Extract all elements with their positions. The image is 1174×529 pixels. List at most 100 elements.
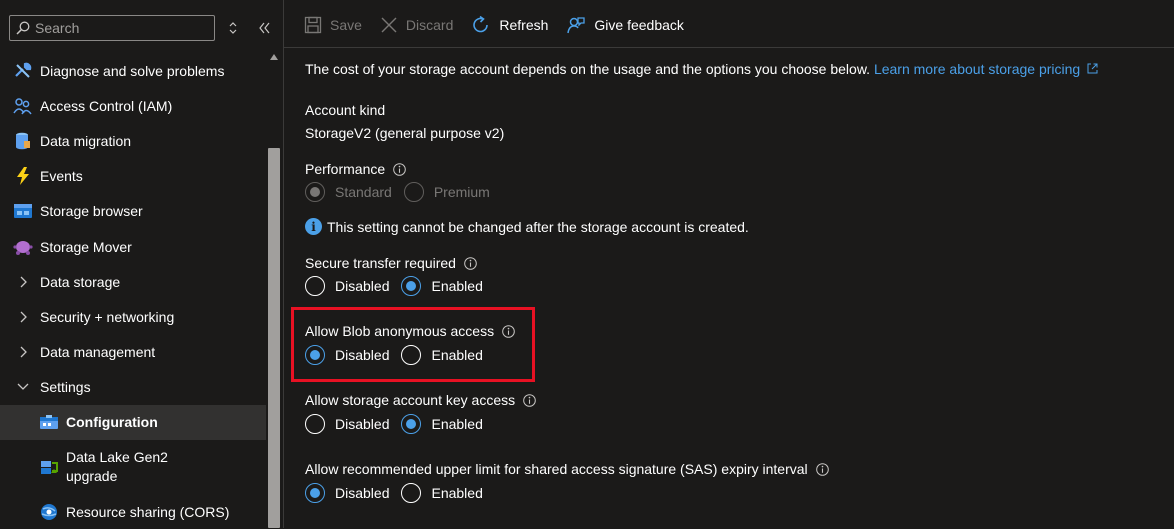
performance-premium-radio[interactable]: Premium	[403, 182, 490, 202]
sidebar-item-configuration[interactable]: Configuration	[0, 404, 266, 441]
highlight-annotation-box	[291, 307, 535, 382]
save-icon	[304, 16, 322, 34]
storage-mover-icon	[13, 237, 33, 257]
refresh-button[interactable]: Refresh	[471, 10, 548, 40]
discard-button[interactable]: Discard	[380, 10, 453, 40]
sidebar-item-storage-browser[interactable]: Storage browser	[0, 194, 266, 229]
sidebar-item-label: Data storage	[40, 273, 121, 290]
sidebar-item-data-lake-upgrade[interactable]: Data Lake Gen2 upgrade	[0, 440, 266, 494]
sidebar-item-iam[interactable]: Access Control (IAM)	[0, 88, 266, 123]
sidebar-scrollbar-thumb[interactable]	[268, 148, 280, 528]
search-placeholder: Search	[35, 20, 80, 36]
search-icon	[16, 21, 30, 35]
sidebar-item-label: Diagnose and solve problems	[40, 62, 225, 79]
radio-circle	[305, 483, 325, 503]
sidebar-item-label: Storage browser	[40, 203, 143, 220]
performance-notice: i This setting cannot be changed after t…	[305, 218, 749, 235]
radio-circle	[305, 182, 325, 202]
cors-icon	[39, 502, 59, 522]
lightning-icon	[13, 166, 33, 186]
info-icon[interactable]	[464, 256, 477, 270]
storage-pricing-link[interactable]: Learn more about storage pricing	[874, 61, 1098, 77]
sidebar-divider	[283, 0, 284, 528]
sidebar-item-label: Resource sharing (CORS)	[66, 503, 230, 520]
chevron-right-icon	[13, 272, 33, 292]
key-access-radio-group: Disabled Enabled	[305, 413, 495, 435]
account-kind-value: StorageV2 (general purpose v2)	[305, 125, 505, 141]
sas-expiry-enabled-radio[interactable]: Enabled	[401, 483, 483, 503]
configuration-icon	[39, 412, 59, 432]
give-feedback-label: Give feedback	[594, 17, 684, 33]
sidebar-item-label: Events	[40, 168, 83, 185]
info-filled-icon: i	[305, 218, 322, 235]
radio-circle	[401, 414, 422, 434]
sidebar-item-storage-mover[interactable]: Storage Mover	[0, 229, 266, 264]
radio-label: Premium	[433, 184, 490, 200]
radio-label: Disabled	[335, 416, 390, 432]
radio-label: Enabled	[431, 278, 483, 294]
wrench-icon	[13, 61, 33, 81]
info-icon[interactable]	[815, 462, 829, 476]
radio-label: Disabled	[335, 278, 390, 294]
secure-transfer-disabled-radio[interactable]: Disabled	[305, 276, 389, 296]
sidebar-item-label: Storage Mover	[40, 238, 132, 255]
radio-label: Enabled	[431, 416, 483, 432]
sidebar-item-label: Data Lake Gen2 upgrade	[66, 449, 168, 485]
collapse-sidebar-icon[interactable]	[258, 19, 272, 37]
key-access-enabled-radio[interactable]: Enabled	[401, 414, 483, 434]
radio-circle	[401, 276, 422, 296]
chevron-right-icon	[13, 342, 33, 362]
sidebar-item-events[interactable]: Events	[0, 159, 266, 194]
command-bar: Save Discard Refresh Give feedback	[304, 0, 1164, 50]
refresh-label: Refresh	[499, 17, 549, 33]
people-icon	[13, 96, 33, 116]
account-kind-label: Account kind	[305, 102, 386, 118]
sidebar-nav: Diagnose and solve problems Access Contr…	[0, 53, 266, 529]
radio-label: Disabled	[335, 485, 390, 501]
sidebar-item-cors[interactable]: Resource sharing (CORS)	[0, 494, 266, 529]
chevron-right-icon	[13, 307, 33, 327]
sas-expiry-disabled-radio[interactable]: Disabled	[305, 483, 389, 503]
secure-transfer-enabled-radio[interactable]: Enabled	[401, 276, 483, 296]
sidebar-item-label: Security + networking	[40, 308, 175, 325]
feedback-icon	[567, 17, 586, 34]
radio-label: Enabled	[431, 485, 483, 501]
expand-collapse-icon[interactable]	[227, 19, 239, 37]
intro-text: The cost of your storage account depends…	[305, 61, 871, 77]
toolbar-divider	[284, 47, 1174, 48]
secure-transfer-radio-group: Disabled Enabled	[305, 275, 495, 297]
radio-label: Standard	[335, 184, 392, 200]
chevron-down-icon	[13, 377, 33, 397]
external-link-icon	[1087, 63, 1098, 74]
sidebar-item-label: Access Control (IAM)	[40, 97, 173, 114]
info-icon[interactable]	[393, 162, 406, 176]
info-icon[interactable]	[523, 393, 536, 407]
sidebar-item-label: Data management	[40, 344, 156, 361]
save-button[interactable]: Save	[304, 10, 362, 40]
key-access-disabled-radio[interactable]: Disabled	[305, 414, 389, 434]
performance-radio-group: Standard Premium	[305, 181, 502, 203]
radio-circle	[305, 414, 325, 434]
sidebar-item-data-storage[interactable]: Data storage	[0, 264, 266, 299]
discard-label: Discard	[405, 17, 454, 33]
scroll-up-arrow-icon[interactable]	[270, 54, 278, 60]
sidebar: Search Diagnose and solve problems Acces…	[0, 0, 283, 528]
sidebar-item-label: Configuration	[66, 414, 158, 431]
sidebar-item-settings[interactable]: Settings	[0, 370, 266, 405]
sidebar-item-diagnose[interactable]: Diagnose and solve problems	[0, 53, 266, 88]
close-icon	[381, 17, 397, 33]
sidebar-item-data-management[interactable]: Data management	[0, 335, 266, 370]
notice-text: This setting cannot be changed after the…	[327, 218, 749, 235]
sidebar-item-data-migration[interactable]: Data migration	[0, 123, 266, 158]
radio-circle	[403, 182, 424, 202]
data-migration-icon	[13, 131, 33, 151]
sas-expiry-radio-group: Disabled Enabled	[305, 482, 495, 504]
search-input[interactable]: Search	[9, 15, 215, 41]
give-feedback-button[interactable]: Give feedback	[566, 10, 684, 40]
storage-browser-icon	[13, 201, 33, 221]
sas-expiry-label: Allow recommended upper limit for shared…	[305, 461, 829, 477]
sidebar-item-security-networking[interactable]: Security + networking	[0, 299, 266, 334]
data-lake-icon	[39, 457, 59, 477]
save-label: Save	[330, 17, 362, 33]
performance-standard-radio[interactable]: Standard	[305, 182, 392, 202]
